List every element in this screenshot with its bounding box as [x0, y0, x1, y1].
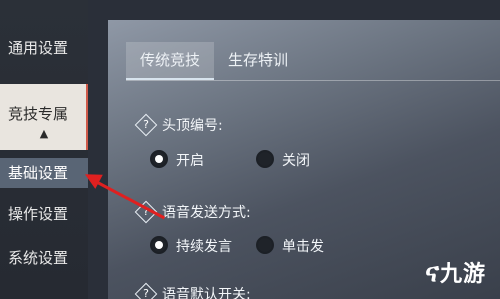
sidebar-item-label: 竞技专属 [8, 105, 69, 123]
radio-label: 开启 [176, 153, 204, 169]
sidebar-item-system[interactable]: 系统设置 [0, 248, 88, 268]
sidebar-item-basic[interactable]: 基础设置 [0, 158, 88, 188]
sidebar-item-general[interactable]: 通用设置 [0, 38, 88, 58]
tab-traditional[interactable]: 传统竞技 [126, 42, 215, 80]
radio-voice-continuous[interactable] [150, 236, 168, 254]
watermark-logo: ና九游 [425, 258, 486, 288]
sidebar-item-controls[interactable]: 操作设置 [0, 204, 88, 224]
radio-label: 关闭 [282, 153, 310, 169]
sidebar-item-competitive[interactable]: 竞技专属 ▲ [0, 84, 88, 150]
radio-label: 持续发言 [176, 239, 232, 255]
expand-triangle-icon: ▲ [39, 127, 49, 140]
radio-label: 单击发 [282, 239, 324, 255]
setting-label-voice-mode: 语音发送方式: [162, 205, 251, 221]
radio-voice-single-click[interactable] [256, 236, 274, 254]
setting-label-head-number: 头顶编号: [162, 118, 223, 134]
radio-head-number-off[interactable] [256, 150, 274, 168]
help-icon[interactable]: ? [134, 113, 158, 137]
sidebar-item-label: 操作设置 [8, 205, 69, 223]
sidebar: 通用设置 竞技专属 ▲ 基础设置 操作设置 系统设置 [0, 0, 88, 299]
tab-survival-training[interactable]: 生存特训 [214, 42, 302, 78]
sidebar-item-label: 通用设置 [8, 39, 69, 57]
tab-bar: 传统竞技 生存特训 [126, 42, 302, 80]
radio-head-number-on[interactable] [150, 150, 168, 168]
setting-label-voice-default: 语音默认开关: [162, 287, 251, 299]
sidebar-item-label: 基础设置 [8, 164, 69, 182]
sidebar-item-label: 系统设置 [8, 249, 69, 267]
help-icon[interactable]: ? [134, 282, 158, 299]
tab-divider [126, 80, 500, 81]
